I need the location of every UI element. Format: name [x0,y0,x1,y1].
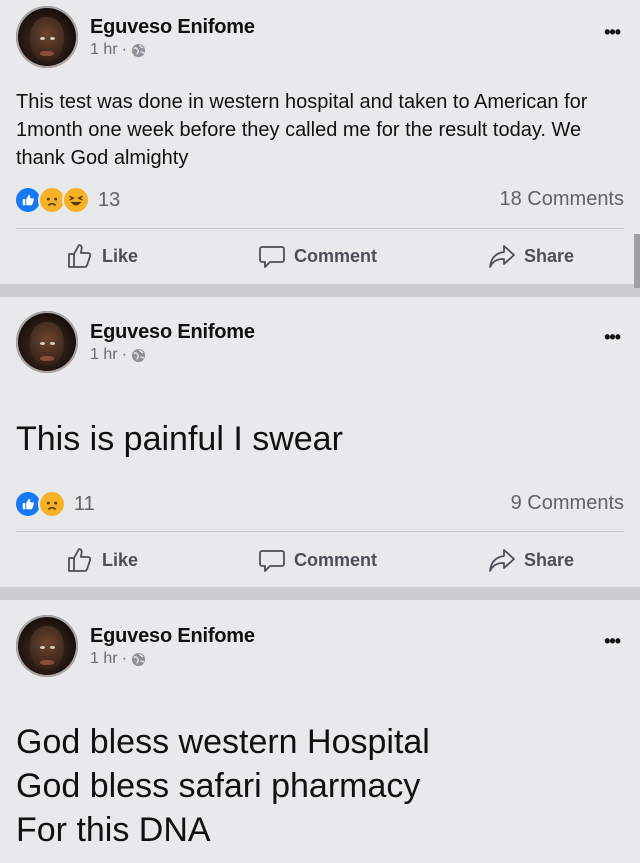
reactions-summary[interactable]: 11 [14,490,95,518]
post-time[interactable]: 1 hr [90,41,118,59]
post-meta: 1 hr · [90,650,146,668]
like-button[interactable]: Like [66,236,138,276]
more-options-icon[interactable]: ••• [604,22,621,43]
globe-icon [131,652,145,666]
post-meta: 1 hr · [90,41,146,59]
divider [16,531,624,532]
comments-count[interactable]: 9 Comments [511,492,624,515]
comment-label: Comment [294,549,378,570]
post-text-line: God bless western Hospital [16,723,430,761]
more-options-icon[interactable]: ••• [604,327,621,348]
like-button[interactable]: Like [66,540,138,580]
post-time[interactable]: 1 hr [90,346,118,364]
post-text: This test was done in western hospital a… [16,91,588,169]
globe-icon [131,43,145,57]
comment-bubble-icon [259,246,285,268]
like-label: Like [102,245,139,266]
action-bar: Like Comment Share [0,540,640,580]
comment-label: Comment [294,245,378,266]
avatar-face [30,626,64,670]
author-name[interactable]: Eguveso Enifome [90,321,255,344]
reaction-count: 11 [74,492,95,515]
action-bar: Like Comment Share [0,236,640,276]
post-card: Eguveso Enifome 1 hr · ••• This test was… [0,0,640,284]
author-name[interactable]: Eguveso Enifome [90,16,255,39]
post-time[interactable]: 1 hr [90,650,118,668]
post-card: Eguveso Enifome 1 hr · ••• This is painf… [0,297,640,587]
post-card: Eguveso Enifome 1 hr · ••• God bless wes… [0,600,640,863]
avatar[interactable] [16,311,78,373]
comment-bubble-icon [259,550,285,572]
scrollbar-thumb[interactable] [634,234,640,288]
share-label: Share [524,245,575,266]
post-text: God bless western Hospital God bless saf… [16,720,620,852]
author-name[interactable]: Eguveso Enifome [90,625,255,648]
meta-separator: · [121,41,127,58]
comment-button[interactable]: Comment [258,540,377,580]
globe-icon [131,348,145,362]
meta-separator: · [121,650,127,667]
post-text-line: God bless safari pharmacy [16,767,421,805]
reaction-count: 13 [98,188,121,211]
avatar-face [30,17,64,61]
haha-reaction-icon [62,186,90,214]
post-meta: 1 hr · [90,346,146,364]
share-arrow-icon [489,245,515,268]
share-button[interactable]: Share [488,540,574,580]
share-label: Share [524,549,575,570]
sad-reaction-icon [38,490,66,518]
comment-button[interactable]: Comment [258,236,377,276]
avatar-face [30,322,64,366]
like-label: Like [102,549,139,570]
reactions-summary[interactable]: 13 [14,186,120,214]
meta-separator: · [121,346,127,363]
share-arrow-icon [489,549,515,572]
comments-count[interactable]: 18 Comments [500,188,625,211]
share-button[interactable]: Share [488,236,574,276]
avatar[interactable] [16,615,78,677]
thumbs-up-icon [68,244,92,268]
thumbs-up-icon [68,548,92,572]
post-text-line: For this DNA [16,811,211,849]
avatar[interactable] [16,6,78,68]
divider [16,228,624,229]
more-options-icon[interactable]: ••• [604,631,621,652]
post-text: This is painful I swear [16,420,343,458]
